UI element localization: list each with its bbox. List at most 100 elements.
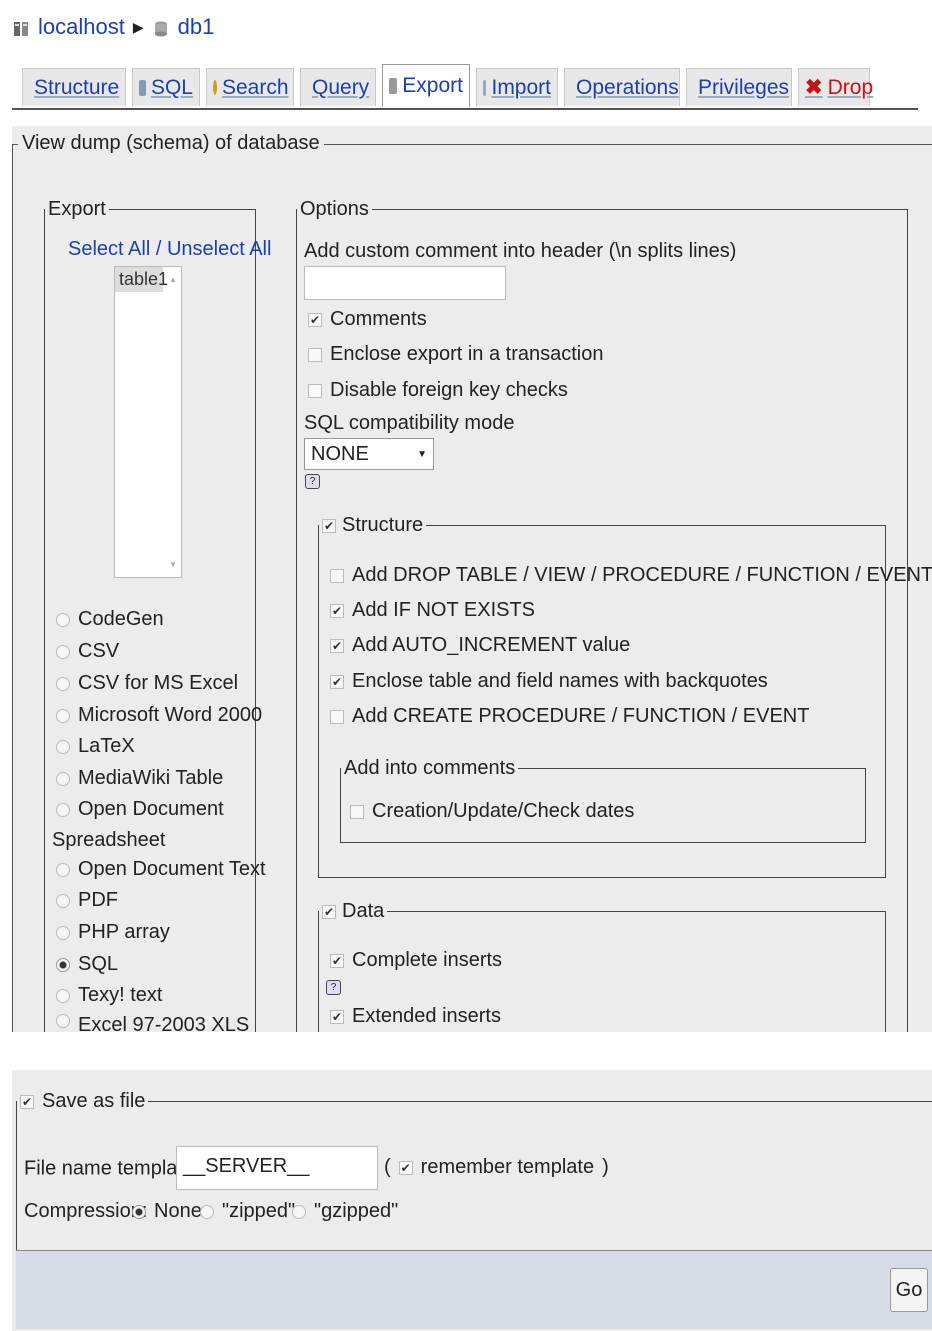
format-odt[interactable]: Open Document Text xyxy=(56,858,266,881)
scroll-down-icon[interactable]: ▼ xyxy=(169,560,177,569)
tab-privileges[interactable]: Privileges xyxy=(686,68,792,106)
format-label: PDF xyxy=(78,889,118,911)
format-sql[interactable]: SQL xyxy=(56,953,118,976)
data-legend[interactable]: ✔ Data xyxy=(319,900,387,923)
save-legend[interactable]: ✔ Save as file xyxy=(17,1090,148,1113)
breadcrumb-server-link[interactable]: localhost xyxy=(38,14,125,40)
radio-icon[interactable] xyxy=(56,644,70,659)
main-fieldset-border-left xyxy=(12,144,13,1032)
go-button[interactable]: Go xyxy=(890,1268,928,1312)
unselect-all-link[interactable]: Unselect All xyxy=(167,238,272,260)
checkbox-icon[interactable] xyxy=(330,709,344,724)
radio-selected-icon[interactable] xyxy=(56,957,70,972)
tab-sql-label: SQL xyxy=(150,75,193,99)
format-word[interactable]: Microsoft Word 2000 xyxy=(56,704,262,727)
checkbox-checked-icon[interactable]: ✔ xyxy=(330,953,344,968)
tab-import[interactable]: Import xyxy=(476,68,558,106)
format-ods[interactable]: Open Document xyxy=(56,798,224,821)
radio-icon[interactable] xyxy=(56,612,70,627)
tab-export[interactable]: Export xyxy=(382,64,470,108)
radio-icon[interactable] xyxy=(200,1204,214,1219)
format-csv[interactable]: CSV xyxy=(56,640,119,663)
drop-table-option[interactable]: Add DROP TABLE / VIEW / PROCEDURE / FUNC… xyxy=(330,564,932,587)
comment-input[interactable] xyxy=(304,266,506,300)
remember-template-option[interactable]: ( ✔ remember template ) xyxy=(384,1156,609,1179)
format-ods-wrap: Spreadsheet xyxy=(52,829,166,851)
compression-gzipped[interactable]: "gzipped" xyxy=(292,1200,398,1223)
radio-icon[interactable] xyxy=(56,1014,70,1028)
radio-icon[interactable] xyxy=(56,676,70,691)
select-all-link[interactable]: Select All xyxy=(68,238,150,260)
checkbox-checked-icon[interactable]: ✔ xyxy=(398,1160,413,1175)
scroll-up-icon[interactable]: ▲ xyxy=(169,275,177,284)
checkbox-icon[interactable] xyxy=(308,383,322,398)
format-label: Texy! text xyxy=(78,984,163,1006)
radio-icon[interactable] xyxy=(292,1204,306,1219)
format-texy[interactable]: Texy! text xyxy=(56,984,162,1007)
format-csv-excel[interactable]: CSV for MS Excel xyxy=(56,672,238,695)
radio-selected-icon[interactable] xyxy=(132,1204,146,1219)
extended-inserts-option[interactable]: ✔ Extended inserts xyxy=(330,1005,501,1028)
tab-import-label: Import xyxy=(491,75,551,99)
search-icon xyxy=(213,80,217,95)
checkbox-icon[interactable] xyxy=(308,347,322,362)
checkbox-icon[interactable] xyxy=(330,568,344,583)
checkbox-checked-icon[interactable]: ✔ xyxy=(330,674,344,689)
format-label: MediaWiki Table xyxy=(78,767,224,789)
radio-icon[interactable] xyxy=(56,802,70,817)
checkbox-icon[interactable] xyxy=(350,804,364,819)
table-listbox[interactable]: table1 ▲ ▼ xyxy=(114,266,182,578)
radio-icon[interactable] xyxy=(56,708,70,723)
format-php-array[interactable]: PHP array xyxy=(56,921,170,944)
auto-increment-option[interactable]: ✔ Add AUTO_INCREMENT value xyxy=(330,634,630,657)
help-icon[interactable]: ? xyxy=(326,980,341,995)
format-xls[interactable]: Excel 97-2003 XLS xyxy=(56,1014,249,1032)
radio-icon[interactable] xyxy=(56,771,70,786)
compat-select[interactable]: NONE ▼ xyxy=(304,438,434,470)
export-legend: Export xyxy=(48,198,106,220)
dates-option[interactable]: Creation/Update/Check dates xyxy=(350,800,634,823)
format-mediawiki[interactable]: MediaWiki Table xyxy=(56,767,223,790)
auto-increment-label: Add AUTO_INCREMENT value xyxy=(352,634,631,656)
format-codegen[interactable]: CodeGen xyxy=(56,608,164,631)
template-input[interactable]: __SERVER__ xyxy=(176,1146,378,1190)
tab-search[interactable]: Search xyxy=(206,68,294,106)
tab-query[interactable]: Query xyxy=(300,68,376,106)
tab-sql[interactable]: SQL xyxy=(132,68,200,106)
radio-icon[interactable] xyxy=(56,862,70,877)
checkbox-checked-icon[interactable]: ✔ xyxy=(20,1094,34,1109)
create-procedure-option[interactable]: Add CREATE PROCEDURE / FUNCTION / EVENT xyxy=(330,705,809,728)
compat-select-value: NONE xyxy=(311,442,369,465)
format-label: Excel 97-2003 XLS xyxy=(78,1014,250,1032)
if-not-exists-option[interactable]: ✔ Add IF NOT EXISTS xyxy=(330,599,535,622)
radio-icon[interactable] xyxy=(56,893,70,908)
structure-legend[interactable]: ✔ Structure xyxy=(319,514,426,537)
tab-structure[interactable]: Structure xyxy=(22,68,126,106)
table-option[interactable]: table1 xyxy=(115,267,168,292)
compression-zipped[interactable]: "zipped" xyxy=(200,1200,295,1223)
comments-option[interactable]: ✔ Comments xyxy=(308,308,427,331)
complete-inserts-option[interactable]: ✔ Complete inserts xyxy=(330,949,502,972)
help-icon[interactable]: ? xyxy=(305,474,320,489)
enclose-transaction-option[interactable]: Enclose export in a transaction xyxy=(308,343,604,366)
disable-fk-option[interactable]: Disable foreign key checks xyxy=(308,379,568,402)
checkbox-checked-icon[interactable]: ✔ xyxy=(322,518,336,533)
radio-icon[interactable] xyxy=(56,925,70,940)
tab-operations[interactable]: Operations xyxy=(564,68,680,106)
tab-drop[interactable]: ✖ Drop xyxy=(798,68,873,106)
checkbox-checked-icon[interactable]: ✔ xyxy=(330,603,344,618)
checkbox-checked-icon[interactable]: ✔ xyxy=(322,904,336,919)
checkbox-checked-icon[interactable]: ✔ xyxy=(330,1009,344,1024)
compression-none[interactable]: None xyxy=(132,1200,202,1223)
radio-icon[interactable] xyxy=(56,988,70,1003)
checkbox-checked-icon[interactable]: ✔ xyxy=(330,638,344,653)
save-legend-label: Save as file xyxy=(42,1090,146,1112)
format-pdf[interactable]: PDF xyxy=(56,889,118,912)
backquotes-option[interactable]: ✔ Enclose table and field names with back… xyxy=(330,670,768,693)
format-latex[interactable]: LaTeX xyxy=(56,735,135,758)
comments-label: Comments xyxy=(330,308,427,330)
breadcrumb-database-link[interactable]: db1 xyxy=(178,14,215,40)
format-label: SQL xyxy=(78,953,119,975)
checkbox-checked-icon[interactable]: ✔ xyxy=(308,312,322,327)
radio-icon[interactable] xyxy=(56,739,70,754)
